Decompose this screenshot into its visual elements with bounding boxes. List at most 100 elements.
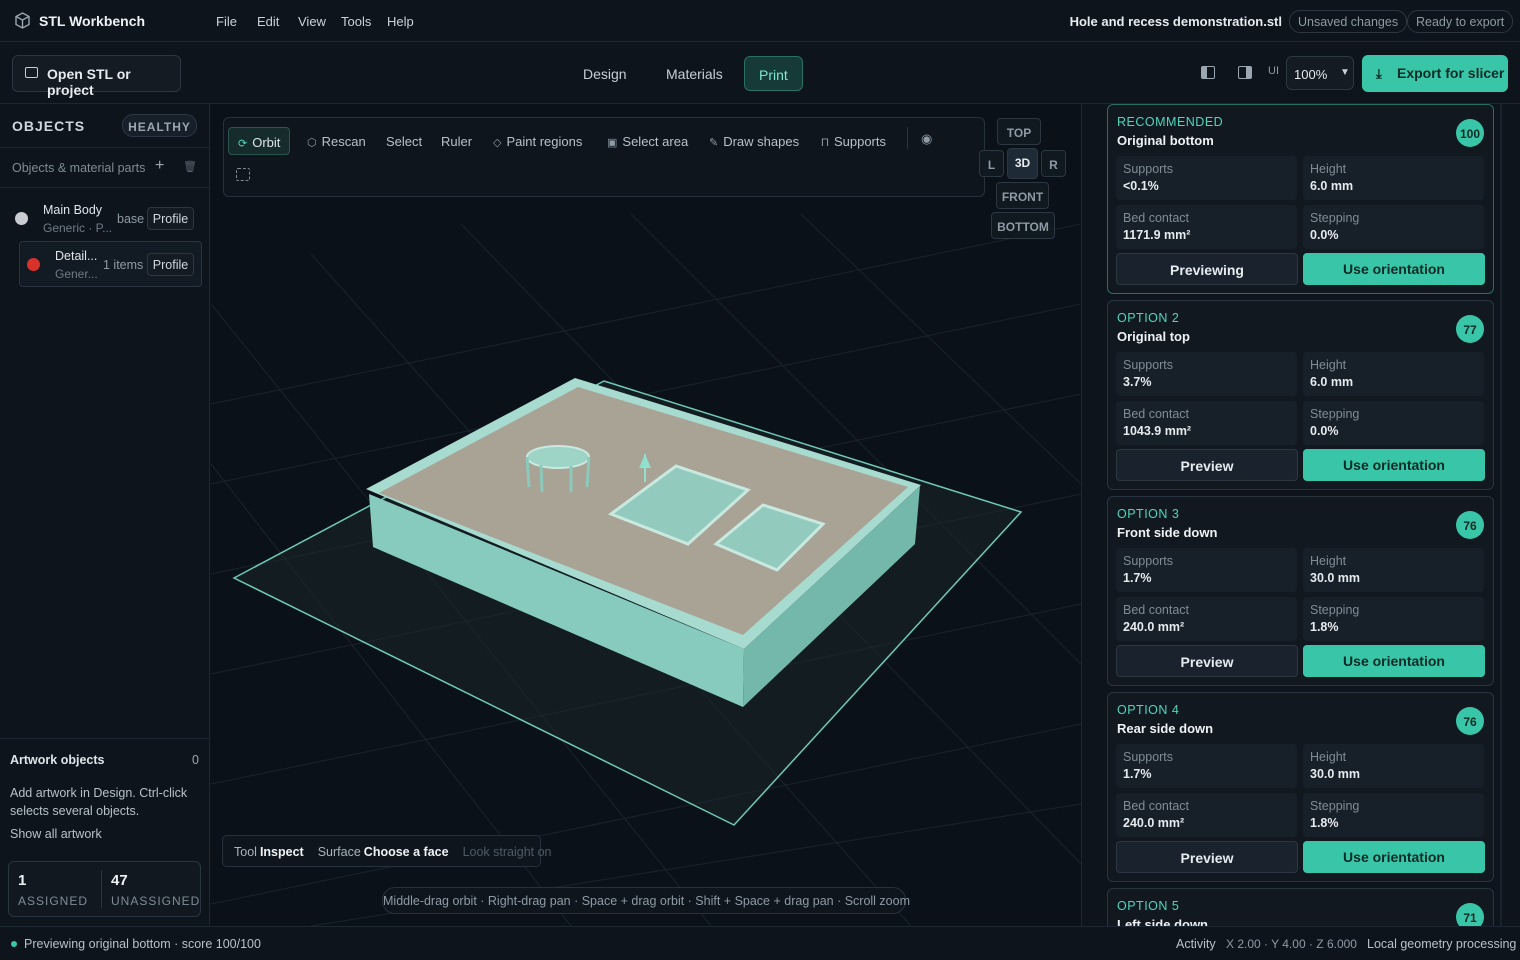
object-material: Generic · P... bbox=[43, 221, 113, 235]
score-badge: 71 bbox=[1456, 903, 1484, 926]
view-front-button[interactable]: FRONT bbox=[996, 182, 1049, 209]
3d-scene[interactable] bbox=[211, 104, 1081, 926]
metric-stepping: Stepping 0.0% bbox=[1303, 205, 1484, 249]
ui-scale-label: UI bbox=[1268, 65, 1279, 77]
metric-height: Height 6.0 mm bbox=[1303, 156, 1484, 200]
objects-subtitle: Objects & material parts bbox=[12, 161, 146, 175]
health-badge: HEALTHY bbox=[122, 114, 197, 137]
left-panel-toggle-icon[interactable] bbox=[1201, 66, 1215, 79]
orbit-icon: ⟳ bbox=[238, 138, 248, 150]
cube-icon: ⬡ bbox=[307, 137, 317, 149]
material-swatch bbox=[27, 258, 40, 271]
metric-height: Height 30.0 mm bbox=[1303, 548, 1484, 592]
metric-stepping: Stepping 0.0% bbox=[1303, 401, 1484, 445]
menu-edit[interactable]: Edit bbox=[257, 14, 279, 29]
unassigned-count: 47 bbox=[111, 872, 128, 889]
menu-file[interactable]: File bbox=[216, 14, 237, 29]
tool-supports[interactable]: Π Supports bbox=[812, 127, 895, 155]
preview-button[interactable]: Preview bbox=[1116, 645, 1298, 677]
divider bbox=[0, 147, 209, 148]
select-area-icon: ▣ bbox=[607, 137, 618, 149]
metric-height: Height 6.0 mm bbox=[1303, 352, 1484, 396]
eye-icon[interactable]: ◉ bbox=[921, 131, 932, 147]
menu-help[interactable]: Help bbox=[387, 14, 414, 29]
orientation-card: OPTION 5 Left side down 71 bbox=[1107, 888, 1494, 926]
metric-bed-contact: Bed contact 240.0 mm² bbox=[1116, 597, 1297, 641]
view-bottom-button[interactable]: BOTTOM bbox=[991, 212, 1055, 239]
file-name: Hole and recess demonstration.stl bbox=[1069, 14, 1282, 29]
export-button[interactable]: Export for slicer bbox=[1362, 55, 1508, 92]
tool-rescan[interactable]: ⬡ Rescan bbox=[298, 127, 375, 155]
object-name[interactable]: Main Body bbox=[43, 203, 102, 217]
view-3d-button[interactable]: 3D bbox=[1007, 148, 1038, 179]
look-straight-button[interactable]: Look straight on bbox=[463, 845, 552, 859]
preview-button[interactable]: Preview bbox=[1116, 841, 1298, 873]
tool-select[interactable]: Select bbox=[377, 127, 431, 155]
use-orientation-button[interactable]: Use orientation bbox=[1303, 449, 1485, 481]
scrollbar[interactable] bbox=[1500, 104, 1502, 926]
tool-draw-shapes[interactable]: ✎ Draw shapes bbox=[700, 127, 808, 155]
preview-button[interactable]: Previewing bbox=[1116, 253, 1298, 285]
processing-mode: Local geometry processing bbox=[1367, 937, 1517, 951]
metric-stepping: Stepping 1.8% bbox=[1303, 597, 1484, 641]
paint-icon: ◇ bbox=[493, 137, 502, 149]
add-part-icon[interactable]: + bbox=[155, 157, 164, 175]
orientation-card: OPTION 2 Original top 77 Supports 3.7% He… bbox=[1107, 300, 1494, 490]
menu-tools[interactable]: Tools bbox=[341, 14, 371, 29]
metric-height: Height 30.0 mm bbox=[1303, 744, 1484, 788]
tool-ruler[interactable]: Ruler bbox=[432, 127, 481, 155]
supports-icon: Π bbox=[821, 137, 829, 149]
assigned-count: 1 bbox=[18, 872, 27, 889]
score-badge: 77 bbox=[1456, 315, 1484, 343]
use-orientation-button[interactable]: Use orientation bbox=[1303, 645, 1485, 677]
metric-bed-contact: Bed contact 1171.9 mm² bbox=[1116, 205, 1297, 249]
profile-button[interactable]: Profile bbox=[147, 253, 194, 276]
divider bbox=[0, 187, 209, 188]
folder-icon bbox=[25, 67, 38, 78]
ready-badge: Ready to export bbox=[1407, 10, 1514, 33]
use-orientation-button[interactable]: Use orientation bbox=[1303, 841, 1485, 873]
delete-part-icon[interactable]: 🗑 bbox=[183, 160, 197, 173]
chevron-down-icon: ▼ bbox=[1340, 67, 1350, 78]
activity-button[interactable]: Activity bbox=[1176, 937, 1216, 951]
object-tag: base bbox=[117, 212, 145, 226]
unassigned-label: UNASSIGNED bbox=[111, 894, 201, 908]
score-badge: 100 bbox=[1456, 119, 1484, 147]
object-name[interactable]: Detail... bbox=[55, 249, 97, 263]
artwork-title: Artwork objects bbox=[10, 753, 105, 767]
unsaved-badge: Unsaved changes bbox=[1289, 10, 1408, 33]
orientation-card: OPTION 3 Front side down 76 Supports 1.7%… bbox=[1107, 496, 1494, 686]
preview-button[interactable]: Preview bbox=[1116, 449, 1298, 481]
metric-supports: Supports 1.7% bbox=[1116, 548, 1297, 592]
show-all-artwork-link[interactable]: Show all artwork bbox=[10, 827, 102, 841]
artwork-count: 0 bbox=[192, 753, 199, 767]
score-badge: 76 bbox=[1456, 707, 1484, 735]
artwork-help: Add artwork in Design. Ctrl-click select… bbox=[10, 786, 188, 818]
metric-bed-contact: Bed contact 240.0 mm² bbox=[1116, 793, 1297, 837]
orientation-card: OPTION 4 Rear side down 76 Supports 1.7% … bbox=[1107, 692, 1494, 882]
tool-select-area[interactable]: ▣ Select area bbox=[598, 127, 697, 155]
divider bbox=[907, 127, 908, 149]
tab-materials[interactable]: Materials bbox=[652, 56, 737, 91]
profile-button[interactable]: Profile bbox=[147, 207, 194, 230]
tool-orbit[interactable]: ⟳ Orbit bbox=[228, 127, 291, 155]
fullscreen-icon[interactable] bbox=[236, 168, 250, 181]
right-panel-toggle-icon[interactable] bbox=[1238, 66, 1252, 79]
tab-print[interactable]: Print bbox=[744, 56, 803, 91]
metric-stepping: Stepping 1.8% bbox=[1303, 793, 1484, 837]
cursor-coordinates: X 2.00 · Y 4.00 · Z 6.000 bbox=[1226, 937, 1357, 951]
metric-supports: Supports 3.7% bbox=[1116, 352, 1297, 396]
tab-design[interactable]: Design bbox=[569, 56, 641, 91]
divider bbox=[0, 738, 209, 739]
pen-icon: ✎ bbox=[709, 137, 719, 149]
menu-view[interactable]: View bbox=[298, 14, 326, 29]
view-top-button[interactable]: TOP bbox=[997, 118, 1041, 145]
controls-hint: Middle-drag orbit · Right-drag pan · Spa… bbox=[382, 887, 910, 914]
view-right-button[interactable]: R bbox=[1041, 150, 1066, 177]
view-left-button[interactable]: L bbox=[979, 150, 1004, 177]
app-name: STL Workbench bbox=[39, 13, 146, 29]
use-orientation-button[interactable]: Use orientation bbox=[1303, 253, 1485, 285]
metric-bed-contact: Bed contact 1043.9 mm² bbox=[1116, 401, 1297, 445]
metric-supports: Supports <0.1% bbox=[1116, 156, 1297, 200]
tool-paint-regions[interactable]: ◇ Paint regions bbox=[484, 127, 591, 155]
